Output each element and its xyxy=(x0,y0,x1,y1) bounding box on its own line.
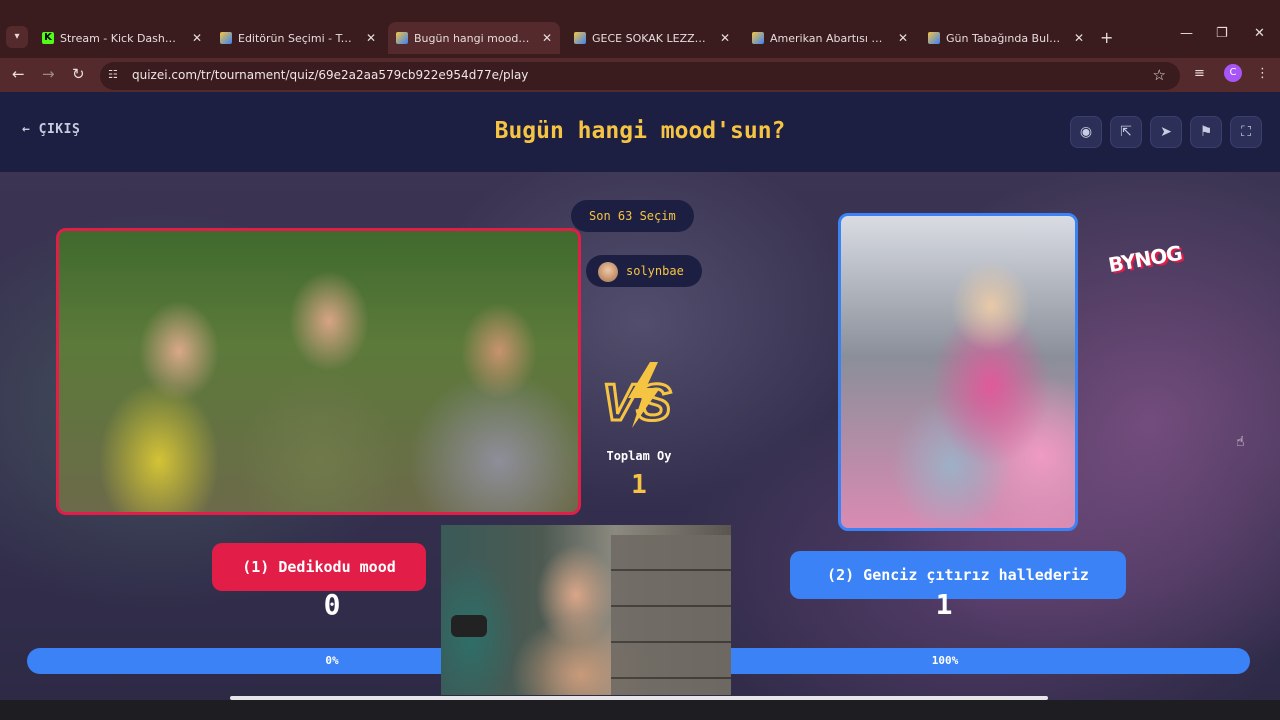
address-bar-row: ← → ↻ ☷ quizei.com/tr/tournament/quiz/69… xyxy=(0,58,1280,92)
back-icon[interactable]: ← xyxy=(12,65,25,83)
webcam-overlay xyxy=(441,525,731,695)
close-tab-icon[interactable]: ✕ xyxy=(898,31,908,45)
minimize-icon[interactable]: — xyxy=(1180,26,1193,41)
close-tab-icon[interactable]: ✕ xyxy=(542,31,552,45)
reload-icon[interactable]: ↻ xyxy=(72,65,85,83)
menu-dots-icon[interactable]: ⋮ xyxy=(1256,66,1269,81)
eye-icon[interactable]: ◉ xyxy=(1070,116,1102,148)
recent-choices-pill[interactable]: Son 63 Seçim xyxy=(571,200,694,232)
tab-current-quiz[interactable]: Bugün hangi mood'sun? - ✕ xyxy=(388,22,560,54)
url-text[interactable]: quizei.com/tr/tournament/quiz/69e2a2aa57… xyxy=(132,68,528,82)
pointer-cursor-icon: ☝ xyxy=(1236,434,1245,450)
tab-title: Bugün hangi mood'sun? - xyxy=(414,31,532,45)
browser-tab-bar: ▾ K Stream - Kick Dashboard ✕ Editörün S… xyxy=(0,0,1280,58)
total-votes-value: 1 xyxy=(631,470,647,500)
left-votes: 0 xyxy=(323,588,341,621)
send-icon[interactable]: ➤ xyxy=(1150,116,1182,148)
close-tab-icon[interactable]: ✕ xyxy=(1074,31,1084,45)
tab-title: GECE SOKAK LEZZETLERİ xyxy=(592,31,710,45)
fullscreen-icon[interactable]: ⛶ xyxy=(1230,116,1262,148)
tab-american-food[interactable]: Amerikan Abartısı Yiyecekl ✕ xyxy=(744,26,916,50)
tab-title: Stream - Kick Dashboard xyxy=(60,31,182,45)
quizei-icon xyxy=(574,32,586,44)
tab-street-food[interactable]: GECE SOKAK LEZZETLERİ ✕ xyxy=(566,26,738,50)
quizei-icon xyxy=(396,32,408,44)
option-left-button[interactable]: (1) Dedikodu mood xyxy=(212,543,426,591)
tab-daily-plate[interactable]: Gün Tabağında Bulunan Le ✕ xyxy=(920,26,1092,50)
close-window-icon[interactable]: ✕ xyxy=(1254,26,1265,41)
tab-title: Editörün Seçimi - Turnuva xyxy=(238,31,356,45)
omnibox[interactable]: ☷ quizei.com/tr/tournament/quiz/69e2a2aa… xyxy=(100,62,1180,90)
profile-avatar[interactable]: C xyxy=(1224,64,1242,82)
quiz-header: ← ÇIKIŞ Bugün hangi mood'sun? ◉ ⇱ ➤ ⚑ ⛶ xyxy=(0,92,1280,172)
microphone xyxy=(451,615,487,637)
quizei-icon xyxy=(928,32,940,44)
close-tab-icon[interactable]: ✕ xyxy=(366,31,376,45)
right-votes: 1 xyxy=(935,588,953,621)
quizei-icon xyxy=(752,32,764,44)
kick-icon: K xyxy=(42,32,54,44)
restore-icon[interactable]: ❐ xyxy=(1216,26,1228,41)
site-info-icon[interactable]: ☷ xyxy=(108,68,122,82)
total-votes-label: Toplam Oy xyxy=(606,449,672,463)
close-tab-icon[interactable]: ✕ xyxy=(720,31,730,45)
close-tab-icon[interactable]: ✕ xyxy=(192,31,202,45)
share-icon[interactable]: ⇱ xyxy=(1110,116,1142,148)
tab-title: Amerikan Abartısı Yiyecekl xyxy=(770,31,888,45)
tab-title: Gün Tabağında Bulunan Le xyxy=(946,31,1064,45)
vs-text: VS xyxy=(602,374,672,430)
vs-icon: VS xyxy=(601,362,673,430)
forward-icon[interactable]: → xyxy=(42,65,55,83)
quizei-icon xyxy=(220,32,232,44)
flag-icon[interactable]: ⚑ xyxy=(1190,116,1222,148)
tab-kick-dashboard[interactable]: K Stream - Kick Dashboard ✕ xyxy=(34,26,210,50)
bookshelf xyxy=(611,535,731,695)
new-tab-icon[interactable]: + xyxy=(1100,28,1113,47)
option-right-image[interactable] xyxy=(838,213,1078,531)
option-left-image[interactable] xyxy=(56,228,581,515)
media-control-icon[interactable]: ≡ xyxy=(1194,66,1205,81)
voter-pill: solynbae xyxy=(586,255,702,287)
tab-editors-choice[interactable]: Editörün Seçimi - Turnuva ✕ xyxy=(212,26,384,50)
avatar xyxy=(598,261,618,282)
taskbar-strip xyxy=(0,700,1280,720)
bookmark-star-icon[interactable]: ☆ xyxy=(1153,66,1166,84)
right-progress-bar: 100% xyxy=(640,648,1250,674)
voter-name: solynbae xyxy=(626,264,684,278)
tab-search-menu-icon[interactable]: ▾ xyxy=(6,26,28,48)
